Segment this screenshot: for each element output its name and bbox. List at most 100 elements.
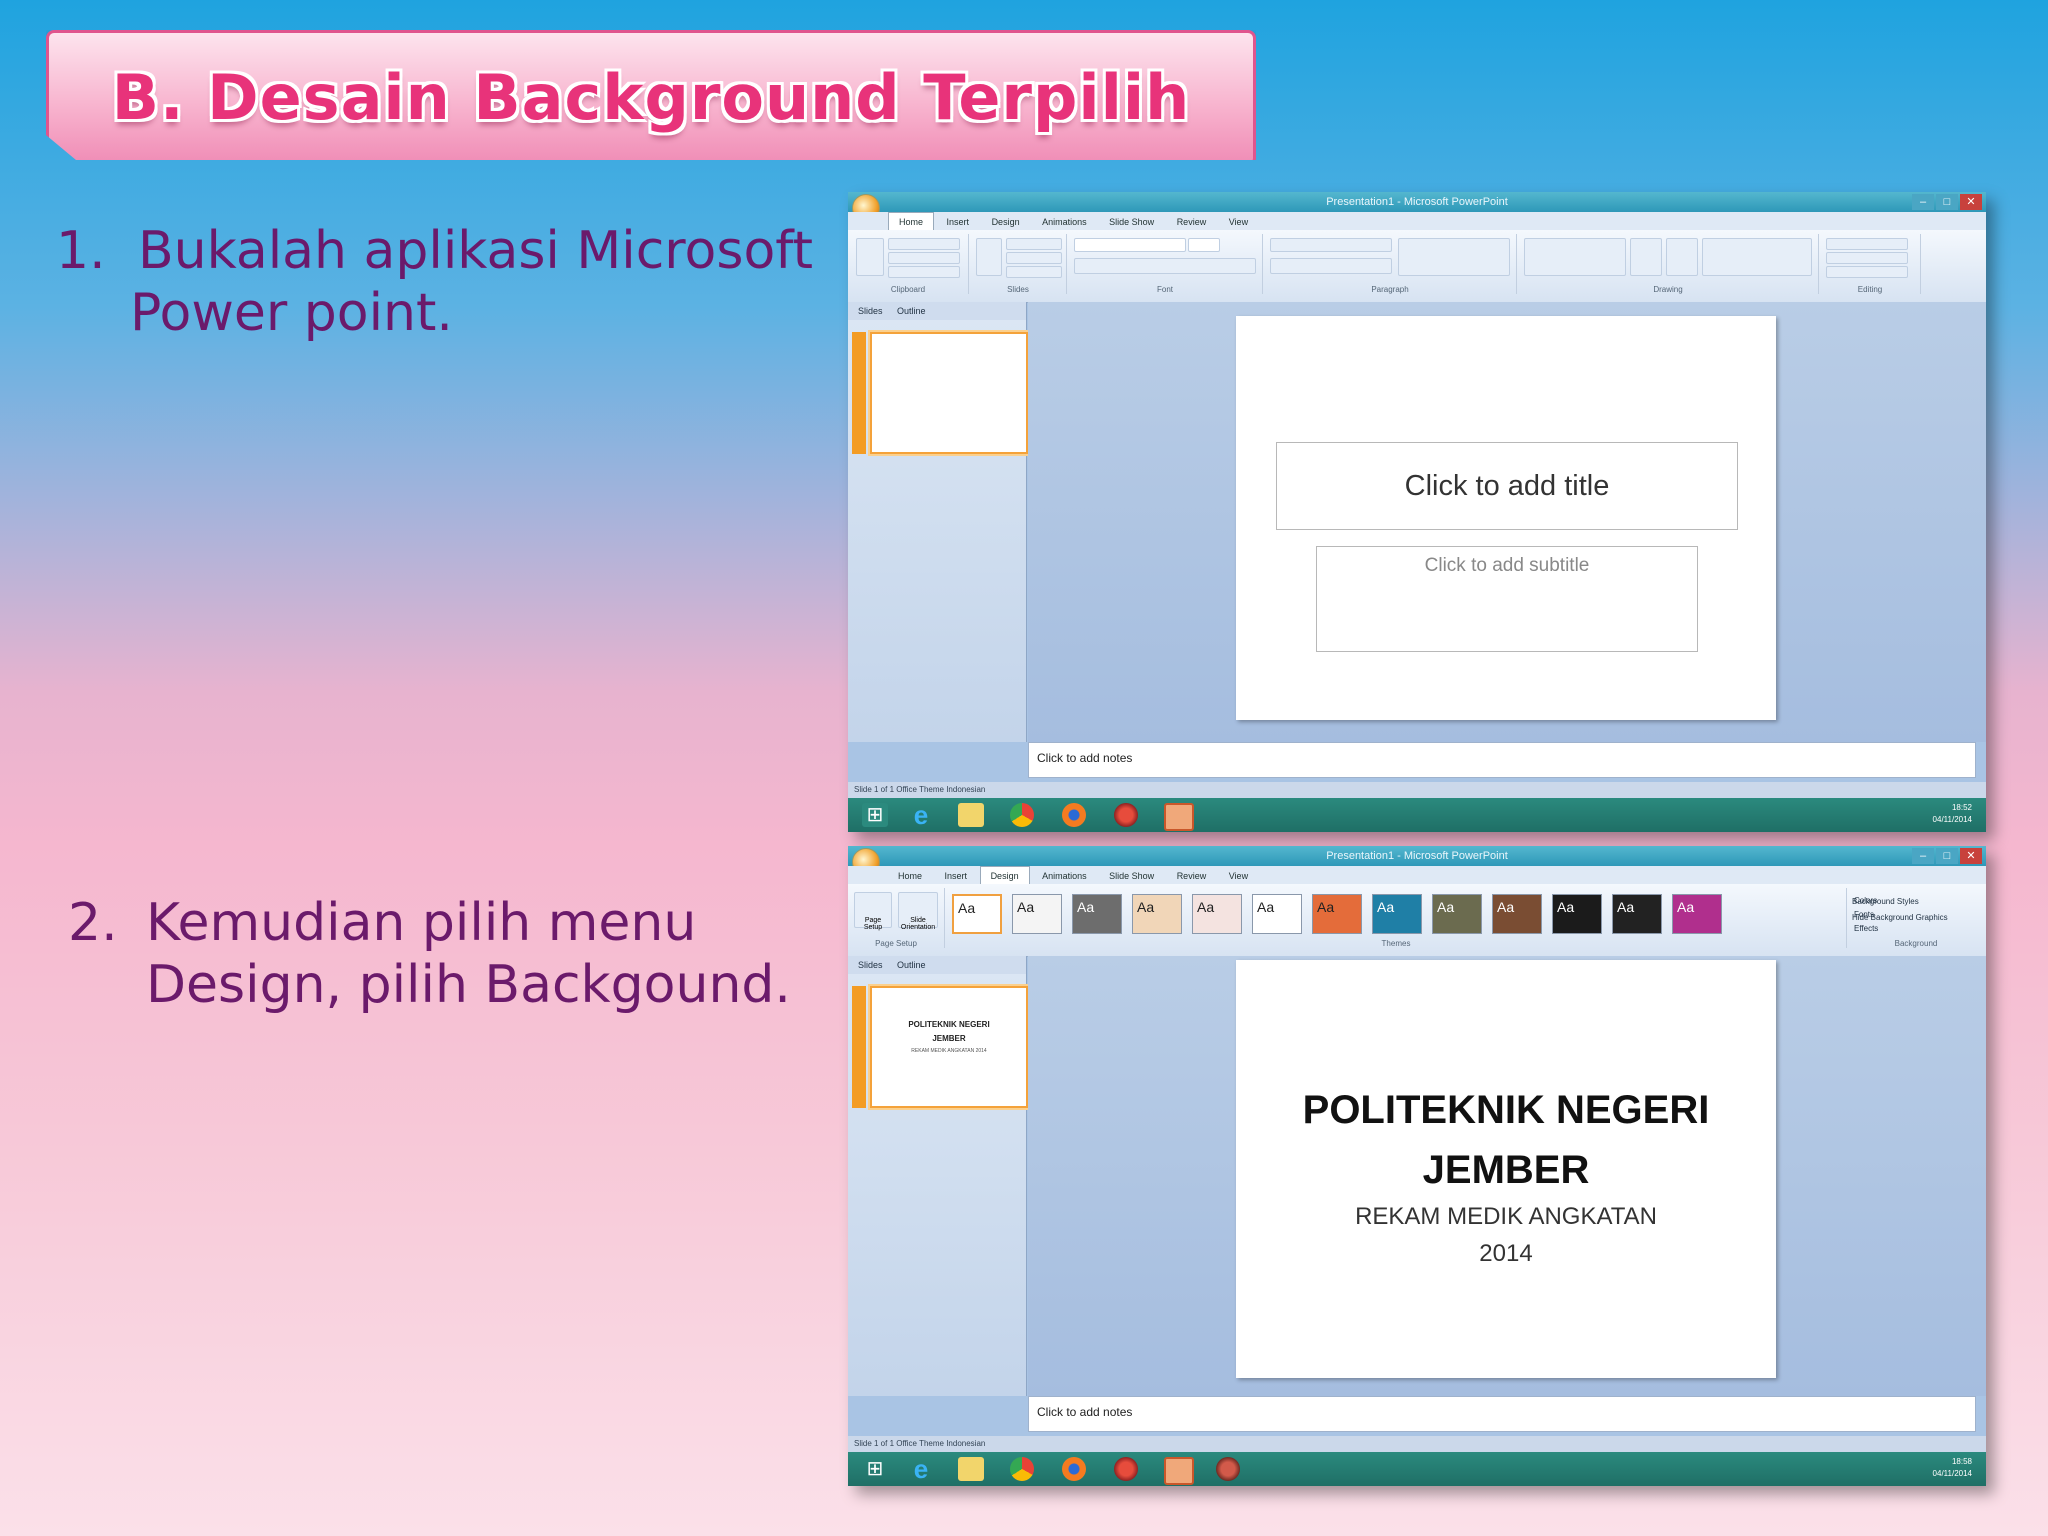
slide-subtitle-line2: 2014 — [1479, 1240, 1533, 1267]
powerpoint-icon[interactable] — [1164, 803, 1194, 831]
title-banner: B. Desain Background Terpilih — [46, 30, 1256, 160]
step-text-line1: Bukalah aplikasi Microsoft — [138, 221, 814, 281]
quick-styles-icon[interactable] — [1666, 238, 1698, 276]
chrome-icon[interactable] — [1010, 803, 1034, 827]
tab-view[interactable]: View — [1219, 867, 1258, 885]
text-direction-button[interactable] — [1398, 238, 1510, 276]
start-icon[interactable]: ⊞ — [862, 803, 888, 827]
slide-title[interactable]: POLITEKNIK NEGERI JEMBER — [1236, 1080, 1776, 1200]
tab-insert[interactable]: Insert — [935, 867, 978, 885]
system-clock: 18:52 04/11/2014 — [1933, 802, 1972, 826]
page-title: B. Desain Background Terpilih — [111, 61, 1191, 134]
theme-thumbnail[interactable]: Aa — [1612, 894, 1662, 934]
find-button[interactable] — [1826, 238, 1908, 250]
pane-tab-outline[interactable]: Outline — [891, 306, 932, 316]
tab-slide-show[interactable]: Slide Show — [1099, 867, 1164, 885]
theme-thumbnail[interactable]: Aa — [1072, 894, 1122, 934]
windows-taskbar: ⊞ e 18:52 04/11/2014 — [848, 798, 1986, 832]
minimize-icon[interactable]: – — [1912, 848, 1934, 864]
start-icon[interactable]: ⊞ — [862, 1457, 888, 1481]
delete-button[interactable] — [1006, 266, 1062, 278]
selection-marker — [852, 332, 866, 454]
tab-review[interactable]: Review — [1167, 213, 1217, 231]
layout-button[interactable] — [1006, 238, 1062, 250]
background-styles-button[interactable]: Background Styles — [1852, 894, 1948, 910]
tab-review[interactable]: Review — [1167, 867, 1217, 885]
font-size-select[interactable] — [1188, 238, 1220, 252]
tab-home[interactable]: Home — [888, 212, 935, 231]
theme-thumbnail[interactable]: Aa — [1672, 894, 1722, 934]
powerpoint-icon[interactable] — [1164, 1457, 1194, 1485]
theme-thumbnail[interactable]: Aa — [1012, 894, 1062, 934]
shapes-gallery[interactable] — [1524, 238, 1626, 276]
theme-thumbnail[interactable]: Aa — [1252, 894, 1302, 934]
slide-orientation-button[interactable]: Slide Orientation — [898, 892, 938, 931]
tab-view[interactable]: View — [1219, 213, 1258, 231]
tab-home[interactable]: Home — [888, 867, 932, 885]
theme-thumbnail[interactable]: Aa — [1492, 894, 1542, 934]
step-number: 2. — [68, 893, 118, 953]
theme-thumbnail[interactable]: Aa — [1312, 894, 1362, 934]
reset-button[interactable] — [1006, 252, 1062, 264]
group-label: Font — [1156, 285, 1173, 294]
tab-slide-show[interactable]: Slide Show — [1099, 213, 1164, 231]
slides-pane: Slides Outline — [848, 302, 1028, 742]
maximize-icon[interactable]: □ — [1936, 848, 1958, 864]
format-painter-button[interactable] — [888, 266, 960, 278]
pane-tab-outline[interactable]: Outline — [891, 960, 932, 970]
page-setup-button[interactable]: Page Setup — [854, 892, 892, 931]
theme-thumbnail[interactable]: Aa — [1192, 894, 1242, 934]
notes-pane[interactable]: Click to add notes — [1028, 1396, 1976, 1432]
theme-thumbnail[interactable]: Aa — [1432, 894, 1482, 934]
theme-thumbnail[interactable]: Aa — [1132, 894, 1182, 934]
tab-design[interactable]: Design — [982, 213, 1030, 231]
internet-explorer-icon[interactable]: e — [908, 802, 934, 828]
align-buttons[interactable] — [1270, 258, 1392, 274]
step-text-line1: Kemudian pilih menu — [146, 893, 697, 953]
app-icon[interactable] — [1114, 1457, 1138, 1481]
theme-thumbnail[interactable]: Aa — [1372, 894, 1422, 934]
shape-format-buttons[interactable] — [1702, 238, 1812, 276]
pane-tab-slides[interactable]: Slides — [852, 306, 889, 316]
group-label: Slides — [1007, 285, 1029, 294]
close-icon[interactable]: ✕ — [1960, 194, 1982, 210]
hide-background-graphics-checkbox[interactable]: Hide Background Graphics — [1852, 910, 1948, 926]
close-icon[interactable]: ✕ — [1960, 848, 1982, 864]
chrome-icon[interactable] — [1010, 1457, 1034, 1481]
theme-thumbnail[interactable]: Aa — [1552, 894, 1602, 934]
app-icon[interactable] — [1114, 803, 1138, 827]
copy-button[interactable] — [888, 252, 960, 264]
arrange-icon[interactable] — [1630, 238, 1662, 276]
select-button[interactable] — [1826, 266, 1908, 278]
title-placeholder[interactable]: Click to add title — [1276, 442, 1738, 530]
paste-icon[interactable] — [856, 238, 884, 276]
slide-thumbnail[interactable] — [852, 332, 1028, 454]
file-explorer-icon[interactable] — [958, 1457, 984, 1481]
group-label: Background — [1894, 939, 1938, 948]
firefox-icon[interactable] — [1062, 1457, 1086, 1481]
font-format-buttons[interactable] — [1074, 258, 1256, 274]
slide-canvas: Click to add title Click to add subtitle — [1236, 316, 1776, 720]
cut-button[interactable] — [888, 238, 960, 250]
maximize-icon[interactable]: □ — [1936, 194, 1958, 210]
file-explorer-icon[interactable] — [958, 803, 984, 827]
tab-animations[interactable]: Animations — [1032, 867, 1097, 885]
app-icon[interactable] — [1216, 1457, 1240, 1481]
subtitle-placeholder[interactable]: Click to add subtitle — [1316, 546, 1698, 652]
slide-thumbnail[interactable]: POLITEKNIK NEGERI JEMBER REKAM MEDIK ANG… — [852, 986, 1028, 1108]
tab-design[interactable]: Design — [979, 866, 1030, 885]
tab-animations[interactable]: Animations — [1032, 213, 1097, 231]
slide-subtitle[interactable]: REKAM MEDIK ANGKATAN 2014 — [1236, 1198, 1776, 1272]
notes-pane[interactable]: Click to add notes — [1028, 742, 1976, 778]
minimize-icon[interactable]: – — [1912, 194, 1934, 210]
ribbon-group-font: Font — [1068, 234, 1263, 294]
new-slide-icon[interactable] — [976, 238, 1002, 276]
firefox-icon[interactable] — [1062, 803, 1086, 827]
theme-thumbnail[interactable]: Aa — [952, 894, 1002, 934]
tab-insert[interactable]: Insert — [937, 213, 980, 231]
replace-button[interactable] — [1826, 252, 1908, 264]
list-buttons[interactable] — [1270, 238, 1392, 252]
internet-explorer-icon[interactable]: e — [908, 1456, 934, 1482]
pane-tab-slides[interactable]: Slides — [852, 960, 889, 970]
font-name-select[interactable] — [1074, 238, 1186, 252]
